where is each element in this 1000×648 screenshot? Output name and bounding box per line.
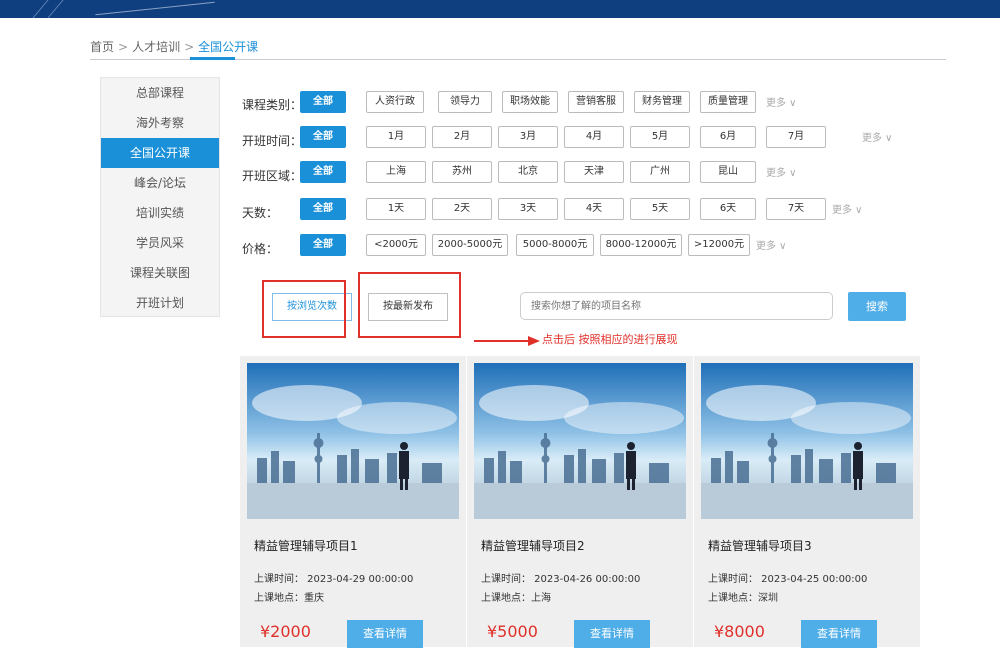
annotation-arrow-icon xyxy=(474,336,540,346)
highlight-box-newest xyxy=(358,272,461,338)
view-details-button[interactable]: 查看详情 xyxy=(347,620,423,648)
sidebar-item-training-results[interactable]: 培训实绩 xyxy=(101,198,219,228)
filter-region-option[interactable]: 天津 xyxy=(564,161,624,183)
course-card[interactable]: 精益管理辅导项目1 上课时间： 2023-04-29 00:00:00 上课地点… xyxy=(240,356,466,648)
filter-days-option[interactable]: 5天 xyxy=(630,198,690,220)
banner-streak xyxy=(47,0,64,18)
filter-region-more[interactable]: 更多 ∨ xyxy=(766,164,797,179)
filter-category-label: 课程类别： xyxy=(242,98,303,112)
breadcrumb-active-underline xyxy=(190,57,235,60)
course-time: 上课时间： 2023-04-25 00:00:00 xyxy=(708,574,868,585)
filter-price-label: 价格： xyxy=(242,242,279,256)
search-input[interactable] xyxy=(520,292,833,320)
breadcrumb: 首页 > 人才培训 > 全国公开课 xyxy=(90,38,258,55)
breadcrumb-home[interactable]: 首页 xyxy=(90,38,114,55)
filter-price-option[interactable]: <2000元 xyxy=(366,234,426,256)
top-banner xyxy=(0,0,1000,18)
course-price: ¥5000 xyxy=(487,622,538,641)
filter-days-label: 天数： xyxy=(242,206,279,220)
highlight-box-views xyxy=(262,280,346,338)
view-details-button[interactable]: 查看详情 xyxy=(801,620,877,648)
filter-time-option[interactable]: 4月 xyxy=(564,126,624,148)
sidebar-item-overseas-study[interactable]: 海外考察 xyxy=(101,108,219,138)
view-details-button[interactable]: 查看详情 xyxy=(574,620,650,648)
course-card[interactable]: 精益管理辅导项目3 上课时间： 2023-04-25 00:00:00 上课地点… xyxy=(694,356,920,648)
filter-days-all[interactable]: 全部 xyxy=(300,198,346,220)
filter-price-option[interactable]: 5000-8000元 xyxy=(516,234,594,256)
filter-category-option[interactable]: 营销客服 xyxy=(568,91,624,113)
filter-category: 课程类别： 全部 人资行政 领导力 职场效能 营销客服 财务管理 质量管理 更多… xyxy=(242,91,862,113)
filter-price-more[interactable]: 更多 ∨ xyxy=(756,237,787,252)
filter-price-option[interactable]: 2000-5000元 xyxy=(432,234,508,256)
course-place: 上课地点：重庆 xyxy=(254,593,324,604)
filter-category-option[interactable]: 财务管理 xyxy=(634,91,690,113)
filter-time-option[interactable]: 7月 xyxy=(766,126,826,148)
breadcrumb-separator: > xyxy=(184,40,195,54)
filter-region-option[interactable]: 广州 xyxy=(630,161,690,183)
filter-category-all[interactable]: 全部 xyxy=(300,91,346,113)
sidebar-item-summit-forum[interactable]: 峰会/论坛 xyxy=(101,168,219,198)
filter-region-label: 开班区域： xyxy=(242,169,303,183)
filter-region: 开班区域： 全部 上海 苏州 北京 天津 广州 昆山 更多 ∨ xyxy=(242,161,862,183)
course-price: ¥2000 xyxy=(260,622,311,641)
sidebar-item-student-gallery[interactable]: 学员风采 xyxy=(101,228,219,258)
filter-price-all[interactable]: 全部 xyxy=(300,234,346,256)
sidebar-nav: 总部课程 海外考察 全国公开课 峰会/论坛 培训实绩 学员风采 课程关联图 开班… xyxy=(100,77,220,317)
sidebar-item-course-map[interactable]: 课程关联图 xyxy=(101,258,219,288)
breadcrumb-training[interactable]: 人才培训 xyxy=(132,38,180,55)
filter-category-option[interactable]: 人资行政 xyxy=(366,91,424,113)
sidebar-item-public-courses[interactable]: 全国公开课 xyxy=(101,138,219,168)
filter-region-option[interactable]: 苏州 xyxy=(432,161,492,183)
course-image[interactable] xyxy=(474,363,686,519)
course-title[interactable]: 精益管理辅导项目1 xyxy=(254,537,358,554)
course-title[interactable]: 精益管理辅导项目2 xyxy=(481,537,585,554)
filter-time: 开班时间： 全部 1月 2月 3月 4月 5月 6月 7月 更多 ∨ xyxy=(242,126,902,148)
course-time: 上课时间： 2023-04-29 00:00:00 xyxy=(254,574,414,585)
filter-days-option[interactable]: 3天 xyxy=(498,198,558,220)
filter-region-option[interactable]: 昆山 xyxy=(700,161,756,183)
banner-streak xyxy=(32,0,49,18)
filter-time-option[interactable]: 3月 xyxy=(498,126,558,148)
course-place: 上课地点：深圳 xyxy=(708,593,778,604)
filter-category-more[interactable]: 更多 ∨ xyxy=(766,94,797,109)
filter-region-option[interactable]: 上海 xyxy=(366,161,426,183)
filter-time-option[interactable]: 5月 xyxy=(630,126,690,148)
filter-time-label: 开班时间： xyxy=(242,134,303,148)
filter-price: 价格： 全部 <2000元 2000-5000元 5000-8000元 8000… xyxy=(242,234,862,256)
sidebar-item-class-schedule[interactable]: 开班计划 xyxy=(101,288,219,318)
filter-days: 天数： 全部 1天 2天 3天 4天 5天 6天 7天 更多 ∨ xyxy=(242,198,902,220)
filter-time-all[interactable]: 全部 xyxy=(300,126,346,148)
course-image[interactable] xyxy=(701,363,913,519)
filter-price-option[interactable]: 8000-12000元 xyxy=(600,234,682,256)
banner-line xyxy=(95,1,215,16)
filter-category-option[interactable]: 领导力 xyxy=(438,91,492,113)
annotation-text: 点击后 按照相应的进行展现 xyxy=(542,333,678,346)
course-price: ¥8000 xyxy=(714,622,765,641)
sidebar-item-headquarters-courses[interactable]: 总部课程 xyxy=(101,78,219,108)
filter-time-option[interactable]: 2月 xyxy=(432,126,492,148)
search-button[interactable]: 搜索 xyxy=(848,292,906,321)
filter-category-option[interactable]: 质量管理 xyxy=(700,91,756,113)
filter-days-option[interactable]: 1天 xyxy=(366,198,426,220)
course-title[interactable]: 精益管理辅导项目3 xyxy=(708,537,812,554)
course-image[interactable] xyxy=(247,363,459,519)
course-card[interactable]: 精益管理辅导项目2 上课时间： 2023-04-26 00:00:00 上课地点… xyxy=(467,356,693,648)
filter-time-option[interactable]: 1月 xyxy=(366,126,426,148)
course-time: 上课时间： 2023-04-26 00:00:00 xyxy=(481,574,641,585)
filter-days-option[interactable]: 4天 xyxy=(564,198,624,220)
filter-region-all[interactable]: 全部 xyxy=(300,161,346,183)
breadcrumb-separator: > xyxy=(118,40,129,54)
filter-region-option[interactable]: 北京 xyxy=(498,161,558,183)
filter-category-option[interactable]: 职场效能 xyxy=(502,91,558,113)
filter-days-option[interactable]: 6天 xyxy=(700,198,756,220)
filter-days-more[interactable]: 更多 ∨ xyxy=(832,201,863,216)
course-place: 上课地点：上海 xyxy=(481,593,551,604)
filter-time-option[interactable]: 6月 xyxy=(700,126,756,148)
filter-price-option[interactable]: >12000元 xyxy=(688,234,750,256)
filter-time-more[interactable]: 更多 ∨ xyxy=(862,129,893,144)
filter-days-option[interactable]: 2天 xyxy=(432,198,492,220)
breadcrumb-current: 全国公开课 xyxy=(198,40,259,54)
filter-days-option[interactable]: 7天 xyxy=(766,198,826,220)
